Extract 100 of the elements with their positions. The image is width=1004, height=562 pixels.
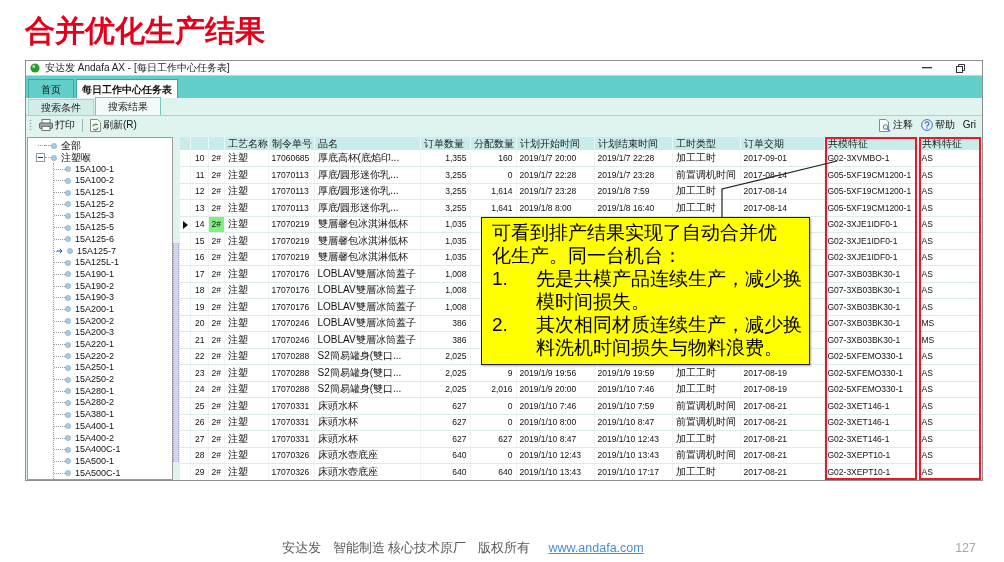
table-cell: 2# bbox=[208, 282, 224, 299]
row-number: 26 bbox=[190, 414, 208, 431]
tree-item[interactable]: 15A220-1 bbox=[65, 339, 115, 351]
node-icon bbox=[65, 446, 71, 453]
node-icon bbox=[65, 388, 71, 395]
table-cell: 注塑 bbox=[224, 348, 268, 365]
tree-item[interactable]: 15A400C-1 bbox=[65, 444, 121, 456]
table-cell: G02-3XEPT10-1 bbox=[824, 463, 918, 480]
tree-item[interactable]: 15A100-1 bbox=[65, 163, 115, 175]
tree-item[interactable]: 15A400-2 bbox=[65, 432, 115, 444]
row-number: 19 bbox=[190, 298, 208, 315]
node-icon bbox=[65, 271, 71, 278]
node-icon bbox=[65, 177, 71, 184]
table-cell: AS bbox=[918, 447, 982, 464]
table-cell: 17070113 bbox=[268, 166, 314, 183]
tree-item[interactable]: 15A250-1 bbox=[65, 362, 115, 374]
tree-item[interactable]: 15A125-2 bbox=[65, 198, 115, 210]
tree-item[interactable]: 15A125-7 bbox=[57, 245, 117, 257]
table-cell: 17070288 bbox=[268, 348, 314, 365]
toolbar-button[interactable]: Gri bbox=[960, 118, 978, 132]
tree-item[interactable]: 15A400-1 bbox=[65, 420, 115, 432]
tab[interactable]: 首页 bbox=[28, 79, 74, 98]
table-cell: 2017-08-21 bbox=[740, 430, 824, 447]
notes-button[interactable]: 注释 bbox=[876, 118, 915, 132]
column-header: 计划开始时间 bbox=[516, 137, 594, 150]
tree-item[interactable]: 15A125-1 bbox=[65, 187, 115, 199]
node-icon bbox=[65, 329, 71, 336]
table-cell: S2簡易罐身(雙口... bbox=[314, 381, 420, 398]
tree-item[interactable]: 15A200-1 bbox=[65, 303, 115, 315]
table-cell: LOBLAV雙層冰筒蓋子 bbox=[314, 298, 420, 315]
tree-item[interactable]: 15A280-2 bbox=[65, 397, 115, 409]
table-cell: AS bbox=[918, 298, 982, 315]
row-number: 29 bbox=[190, 463, 208, 480]
table-cell: 640 bbox=[420, 447, 470, 464]
restore-icon[interactable] bbox=[956, 63, 965, 73]
collapse-icon[interactable] bbox=[36, 153, 45, 163]
table-cell: 627 bbox=[470, 430, 516, 447]
table-cell: G02-3XVMBO-1 bbox=[824, 150, 918, 167]
table-cell: 2017-08-21 bbox=[740, 463, 824, 480]
tree-item[interactable]: 15A100-2 bbox=[65, 175, 115, 187]
table-cell: 2# bbox=[208, 414, 224, 431]
table-cell: AS bbox=[918, 150, 982, 167]
node-icon bbox=[65, 411, 71, 418]
table-cell: AS bbox=[918, 414, 982, 431]
tab[interactable]: 每日工作中心任务表 bbox=[76, 79, 178, 98]
table-cell: AS bbox=[918, 364, 982, 381]
table-cell: 注塑 bbox=[224, 331, 268, 348]
tree-item[interactable]: 15A380-1 bbox=[65, 409, 115, 421]
tree-item[interactable]: 15A125-3 bbox=[65, 210, 115, 222]
list-number: 1. bbox=[492, 267, 509, 291]
table-cell: 2019/1/10 8:00 bbox=[516, 414, 594, 431]
tree-item[interactable]: 15A125L-1 bbox=[65, 257, 120, 269]
table-cell: 床頭水杯 bbox=[314, 397, 420, 414]
minimize-icon[interactable] bbox=[922, 67, 932, 69]
tree-item[interactable]: 15A250-2 bbox=[65, 374, 115, 386]
row-number: 10 bbox=[190, 150, 208, 167]
tree-item[interactable]: 15A190-2 bbox=[65, 280, 115, 292]
table-cell: 2# bbox=[208, 364, 224, 381]
tree-item[interactable]: 15A500C-1 bbox=[65, 467, 121, 479]
tree-item[interactable]: 15A190-3 bbox=[65, 292, 115, 304]
tab[interactable]: 搜索条件 bbox=[28, 99, 94, 115]
tree-item[interactable]: 15A200-3 bbox=[65, 327, 115, 339]
table-cell: 前置调机时间 bbox=[672, 447, 740, 464]
refresh-button[interactable]: 刷新(R) bbox=[88, 118, 139, 132]
tree-item[interactable]: 15A125-6 bbox=[65, 233, 115, 245]
table-cell: 627 bbox=[420, 430, 470, 447]
table-cell: 2019/1/10 7:46 bbox=[516, 397, 594, 414]
table-cell: 2017-08-19 bbox=[740, 381, 824, 398]
table-cell: 17070219 bbox=[268, 216, 314, 233]
table-cell: 加工工时 bbox=[672, 381, 740, 398]
table-cell: 627 bbox=[420, 397, 470, 414]
table-cell: G02-3XJE1IDF0-1 bbox=[824, 232, 918, 249]
node-icon bbox=[65, 435, 71, 442]
table-cell: G02-3XEPT10-1 bbox=[824, 447, 918, 464]
tree-item[interactable]: 15A220-2 bbox=[65, 350, 115, 362]
tab[interactable]: 搜索结果 bbox=[95, 97, 161, 115]
tree-item[interactable]: 15A280-1 bbox=[65, 385, 115, 397]
tree-item[interactable]: 15A500-1 bbox=[65, 455, 115, 467]
website-link[interactable]: www.andafa.com bbox=[548, 538, 644, 558]
table-cell: 注塑 bbox=[224, 397, 268, 414]
table-cell: 0 bbox=[470, 166, 516, 183]
table-cell: 注塑 bbox=[224, 315, 268, 332]
page-number: 127 bbox=[955, 539, 976, 557]
tree-item[interactable]: 15A125-5 bbox=[65, 222, 115, 234]
table-cell: 2019/1/10 13:43 bbox=[516, 463, 594, 480]
table-cell: 1,008 bbox=[420, 265, 470, 282]
table-cell: 17070176 bbox=[268, 265, 314, 282]
table-cell: 2,025 bbox=[420, 381, 470, 398]
tree-item[interactable]: 15A200-2 bbox=[65, 315, 115, 327]
tree-item[interactable]: 15A190-1 bbox=[65, 268, 115, 280]
tree-item[interactable]: 全部 bbox=[51, 140, 81, 152]
table-cell: 2017-08-21 bbox=[740, 414, 824, 431]
help-button[interactable]: 帮助 bbox=[918, 118, 957, 132]
table-cell: 2,025 bbox=[420, 364, 470, 381]
print-button[interactable]: 打印 bbox=[37, 118, 77, 132]
table-cell: G07-3XB03BK30-1 bbox=[824, 331, 918, 348]
tree-item[interactable]: 注塑喉 bbox=[51, 152, 91, 164]
table-cell: 2019/1/10 12:43 bbox=[594, 430, 672, 447]
table-cell: LOBLAV雙層冰筒蓋子 bbox=[314, 282, 420, 299]
splitter-handle[interactable] bbox=[173, 243, 179, 462]
